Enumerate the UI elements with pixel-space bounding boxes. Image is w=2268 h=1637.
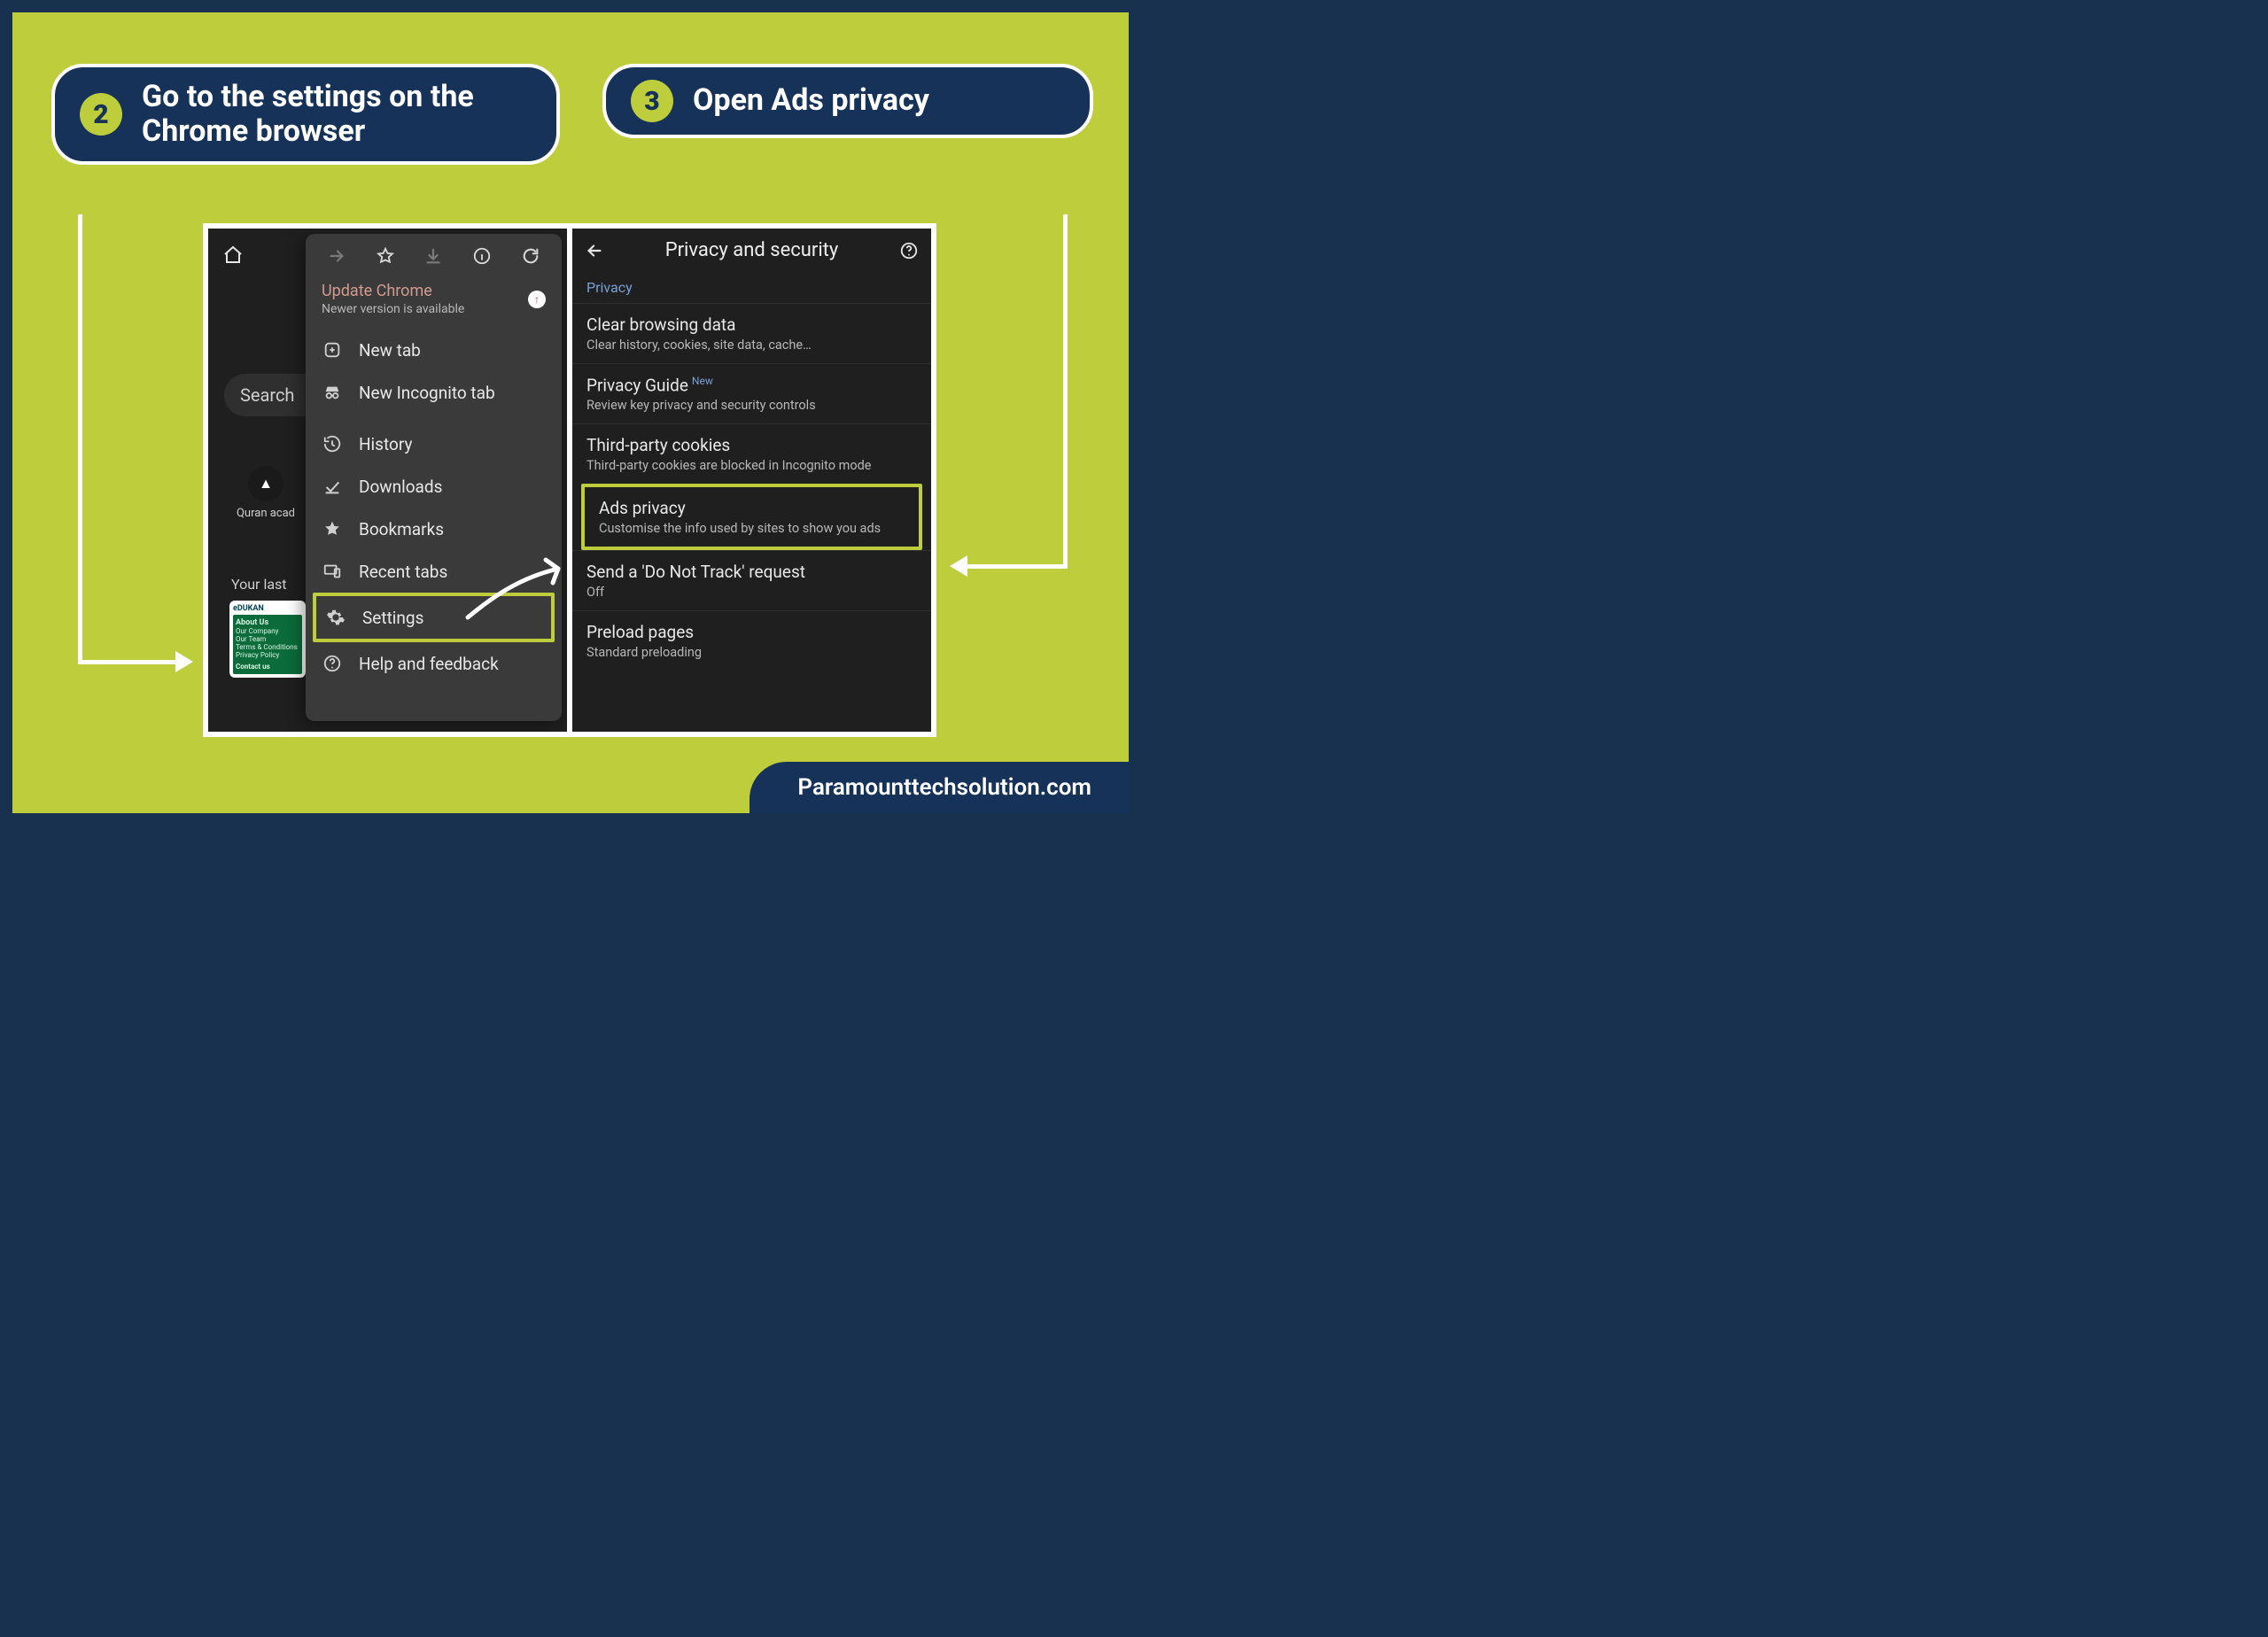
infographic-canvas: 2 Go to the settings on the Chrome brows… [12, 12, 1129, 813]
devices-icon [322, 561, 343, 582]
setting-sub: Standard preloading [586, 645, 917, 660]
menu-label: New tab [359, 340, 421, 361]
chrome-menu-screenshot: Search ▲ Quran acad Your last eDUKAN Abo… [208, 229, 567, 732]
gear-icon [325, 607, 346, 628]
card-line: Our Company [236, 627, 299, 635]
help-icon [322, 653, 343, 674]
download-icon[interactable] [422, 244, 445, 268]
forward-icon[interactable] [325, 244, 348, 268]
setting-dnt[interactable]: Send a 'Do Not Track' request Off [572, 550, 931, 610]
setting-sub: Review key privacy and security controls [586, 398, 917, 413]
menu-label: Bookmarks [359, 519, 444, 539]
history-icon [322, 433, 343, 454]
card-brand: eDUKAN [233, 604, 302, 613]
card-line: Terms & Conditions [236, 643, 299, 651]
setting-sub: Third-party cookies are blocked in Incog… [586, 458, 917, 473]
setting-title: Ads privacy [599, 498, 905, 518]
update-title: Update Chrome [322, 282, 464, 300]
setting-title: Preload pages [586, 622, 917, 642]
update-subtitle: Newer version is available [322, 302, 464, 316]
card-line: Our Team [236, 635, 299, 643]
menu-label: Recent tabs [359, 562, 447, 582]
plus-square-icon [322, 339, 343, 361]
new-badge: New [692, 375, 713, 387]
bookmark-star-icon [322, 518, 343, 539]
settings-header: Privacy and security [572, 229, 931, 275]
setting-title: Third-party cookies [586, 435, 917, 455]
step-2-bubble: 2 Go to the settings on the Chrome brows… [51, 64, 560, 165]
notification-triangle-icon: ▲ [248, 466, 284, 501]
menu-label: Downloads [359, 477, 442, 497]
card-contact: Contact us [236, 663, 299, 671]
incognito-icon [322, 382, 343, 403]
footer-attribution: Paramounttechsolution.com [750, 762, 1129, 813]
your-last-label: Your last [231, 576, 287, 593]
setting-title: Clear browsing data [586, 314, 917, 335]
menu-label: Help and feedback [359, 654, 499, 674]
privacy-subhead: Privacy [572, 275, 931, 303]
privacy-settings-screenshot: Privacy and security Privacy Clear brows… [572, 229, 931, 732]
card-about: About Us [236, 618, 299, 627]
menu-settings[interactable]: Settings [316, 596, 551, 639]
menu-label: History [359, 434, 412, 454]
menu-downloads[interactable]: Downloads [306, 465, 562, 508]
menu-bookmarks[interactable]: Bookmarks [306, 508, 562, 550]
screenshots-frame: Search ▲ Quran acad Your last eDUKAN Abo… [203, 223, 936, 737]
setting-preload[interactable]: Preload pages Standard preloading [572, 610, 931, 671]
ads-privacy-highlight: Ads privacy Customise the info used by s… [581, 484, 922, 550]
step-2-text: Go to the settings on the Chrome browser [142, 80, 532, 149]
menu-recent-tabs[interactable]: Recent tabs [306, 550, 562, 593]
update-chrome-row[interactable]: Update Chrome Newer version is available… [306, 278, 562, 327]
home-icon[interactable] [222, 244, 244, 266]
reload-icon[interactable] [519, 244, 542, 268]
chrome-overflow-menu: Update Chrome Newer version is available… [306, 234, 562, 721]
setting-sub: Off [586, 585, 917, 600]
setting-title: Privacy Guide New [586, 375, 917, 395]
setting-sub: Clear history, cookies, site data, cache… [586, 337, 917, 353]
search-pill[interactable]: Search [224, 374, 310, 416]
back-icon[interactable] [585, 241, 604, 260]
star-icon[interactable] [374, 244, 397, 268]
menu-incognito[interactable]: New Incognito tab [306, 371, 562, 414]
step-3-text: Open Ads privacy [693, 83, 929, 118]
menu-help[interactable]: Help and feedback [306, 642, 562, 685]
app-shortcut-label: Quran acad [235, 507, 297, 520]
menu-new-tab[interactable]: New tab [306, 329, 562, 371]
app-shortcut[interactable]: ▲ Quran acad [235, 466, 297, 520]
card-line: Privacy Policy [236, 651, 299, 659]
recent-site-card[interactable]: eDUKAN About Us Our Company Our Team Ter… [229, 601, 306, 678]
menu-history[interactable]: History [306, 423, 562, 465]
step-2-number: 2 [80, 93, 122, 136]
setting-clear-data[interactable]: Clear browsing data Clear history, cooki… [572, 303, 931, 363]
help-icon[interactable] [899, 241, 919, 260]
update-badge-icon: ↑ [528, 291, 546, 308]
setting-privacy-guide[interactable]: Privacy Guide New Review key privacy and … [572, 363, 931, 423]
download-check-icon [322, 476, 343, 497]
setting-title: Send a 'Do Not Track' request [586, 562, 917, 582]
setting-title-text: Privacy Guide [586, 375, 688, 395]
step-3-bubble: 3 Open Ads privacy [602, 64, 1093, 138]
setting-ads-privacy[interactable]: Ads privacy Customise the info used by s… [585, 487, 919, 547]
page-title: Privacy and security [665, 239, 839, 261]
setting-third-party-cookies[interactable]: Third-party cookies Third-party cookies … [572, 423, 931, 484]
menu-toolbar [306, 239, 562, 278]
info-icon[interactable] [470, 244, 493, 268]
setting-sub: Customise the info used by sites to show… [599, 521, 905, 536]
settings-highlight: Settings [313, 593, 555, 642]
step-3-number: 3 [631, 80, 673, 122]
card-body: About Us Our Company Our Team Terms & Co… [233, 615, 302, 674]
menu-label: Settings [362, 608, 423, 628]
menu-label: New Incognito tab [359, 383, 495, 403]
